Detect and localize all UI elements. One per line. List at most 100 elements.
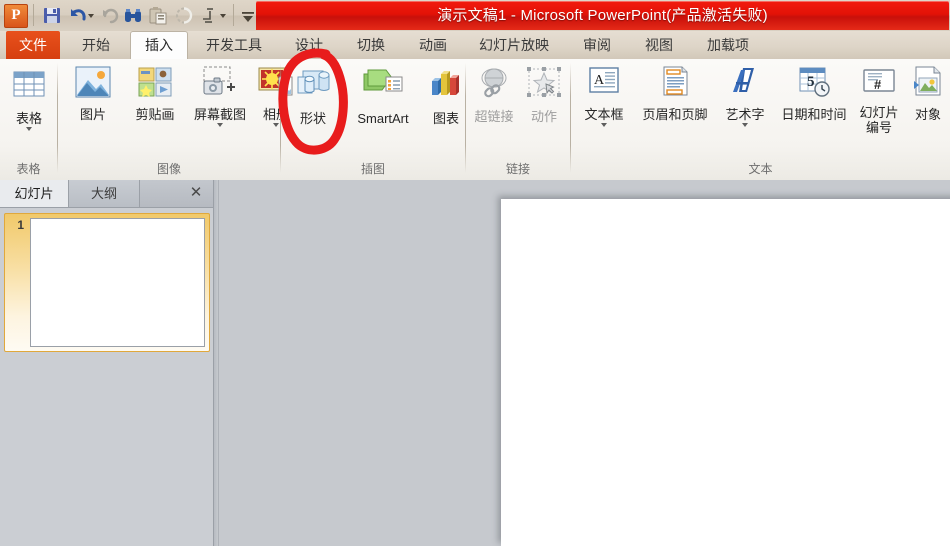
ribbon-group-links-label: 链接 <box>505 162 530 176</box>
insert-table-label: 表格 <box>15 111 42 126</box>
picture-icon <box>74 65 112 104</box>
tab-review[interactable]: 审阅 <box>568 31 626 59</box>
close-icon[interactable]: ✕ <box>187 184 205 202</box>
hyperlink-icon <box>470 65 518 106</box>
table-icon <box>4 65 54 108</box>
svg-text:A: A <box>594 73 605 88</box>
ribbon-group-images-label: 图像 <box>156 162 181 176</box>
insert-picture-label: 图片 <box>79 107 106 122</box>
insert-wordart-button[interactable]: 艺术字 <box>719 65 771 127</box>
insert-slide-number-button[interactable]: # 幻灯片编号 <box>855 65 903 135</box>
insert-header-footer-label: 页眉和页脚 <box>642 107 708 122</box>
insert-object-button[interactable]: 对象 <box>907 65 949 122</box>
panel-tab-slides[interactable]: 幻灯片 <box>0 180 69 207</box>
slide-canvas[interactable] <box>501 199 950 546</box>
panel-tab-outline[interactable]: 大纲 <box>69 180 140 207</box>
insert-chart-button[interactable]: 图表 <box>425 65 467 126</box>
insert-screenshot-button[interactable]: 屏幕截图 <box>188 65 252 127</box>
slide-navigation-panel: 幻灯片 大纲 ✕ 1 <box>0 180 214 546</box>
slide-thumbnail-item[interactable]: 1 <box>4 213 210 352</box>
insert-table-button[interactable]: 表格 <box>4 65 54 131</box>
vertical-edge-strip <box>214 180 219 546</box>
ribbon-group-text: A 文本框 页眉和页脚 艺术字 5 日期和时间 # 幻灯片编号 对象 文本 <box>571 59 950 180</box>
title-bar: P 演示文稿1 - Microsoft PowerPoint(产品激活失败) <box>0 0 950 31</box>
date-time-icon: 5 <box>775 65 853 104</box>
ribbon-group-table: 表格 表格 <box>0 59 57 180</box>
insert-hyperlink-label: 超链接 <box>474 109 514 124</box>
ribbon: 表格 表格 图片 剪贴画 屏幕截图 相册 图像 形状 SmartArt 图表 插… <box>0 59 950 181</box>
slide-number-label: 1 <box>17 218 24 232</box>
textbox-icon: A <box>577 65 631 104</box>
chevron-down-icon[interactable] <box>742 123 748 127</box>
tab-file[interactable]: 文件 <box>6 31 60 59</box>
tab-developer[interactable]: 开发工具 <box>194 31 274 59</box>
find-icon[interactable] <box>123 6 143 25</box>
insert-hyperlink-button: 超链接 <box>470 65 518 124</box>
powerpoint-window: P 演示文稿1 - Microsoft PowerPoint(产品激活失败) 文… <box>0 0 950 546</box>
insert-date-time-label: 日期和时间 <box>781 107 847 122</box>
insert-smartart-label: SmartArt <box>357 111 409 126</box>
insert-smartart-button[interactable]: SmartArt <box>343 65 423 126</box>
insert-screenshot-label: 屏幕截图 <box>193 107 246 122</box>
chart-tool-caret[interactable] <box>220 12 227 19</box>
chevron-down-icon[interactable] <box>26 127 32 131</box>
insert-shapes-button[interactable]: 形状 <box>287 65 339 126</box>
chevron-down-icon[interactable] <box>601 123 607 127</box>
wordart-icon <box>719 65 771 104</box>
svg-text:#: # <box>874 77 882 92</box>
insert-object-label: 对象 <box>914 107 941 122</box>
shapes-icon <box>287 65 339 108</box>
tab-slideshow[interactable]: 幻灯片放映 <box>464 31 564 59</box>
chevron-down-icon[interactable] <box>217 123 223 127</box>
chevron-down-icon[interactable] <box>273 123 279 127</box>
tab-addins[interactable]: 加载项 <box>692 31 764 59</box>
insert-shapes-label: 形状 <box>299 111 326 126</box>
chart-icon <box>425 65 467 108</box>
paste-icon[interactable] <box>148 6 168 25</box>
screenshot-icon <box>188 65 252 104</box>
insert-picture-button[interactable]: 图片 <box>66 65 120 122</box>
clipart-icon <box>124 65 186 104</box>
insert-slide-number-label: 幻灯片编号 <box>859 105 899 135</box>
tab-insert[interactable]: 插入 <box>130 31 188 59</box>
tab-view[interactable]: 视图 <box>630 31 688 59</box>
object-icon <box>907 65 949 104</box>
insert-action-button: 动作 <box>522 65 566 124</box>
slide-number-icon: # <box>855 65 903 102</box>
header-footer-icon <box>633 65 717 104</box>
insert-clipart-label: 剪贴画 <box>135 107 175 122</box>
powerpoint-logo-icon[interactable]: P <box>4 4 28 28</box>
qat-divider <box>33 4 34 26</box>
customize-qat-caret[interactable] <box>238 6 258 25</box>
insert-wordart-label: 艺术字 <box>725 107 765 122</box>
ribbon-group-illustrations-label: 插图 <box>360 162 385 176</box>
insert-header-footer-button[interactable]: 页眉和页脚 <box>633 65 717 122</box>
slide-thumbnail-preview[interactable] <box>30 218 205 347</box>
window-title: 演示文稿1 - Microsoft PowerPoint(产品激活失败) <box>437 7 768 24</box>
tab-animations[interactable]: 动画 <box>404 31 462 59</box>
slide-panel-tabs: 幻灯片 大纲 ✕ <box>0 180 213 208</box>
svg-text:5: 5 <box>807 74 815 90</box>
action-icon <box>522 65 566 106</box>
insert-action-label: 动作 <box>530 109 557 124</box>
insert-date-time-button[interactable]: 5 日期和时间 <box>775 65 853 122</box>
ribbon-tab-strip: 文件 开始 插入 开发工具 设计 切换 动画 幻灯片放映 审阅 视图 加载项 <box>0 31 950 59</box>
insert-clipart-button[interactable]: 剪贴画 <box>124 65 186 122</box>
ribbon-group-text-label: 文本 <box>748 162 773 176</box>
redo-icon <box>100 6 120 25</box>
ribbon-group-illustrations: 形状 SmartArt 图表 插图 <box>281 59 465 180</box>
save-icon[interactable] <box>42 6 62 25</box>
undo-dropdown-caret[interactable] <box>88 12 95 19</box>
tab-design[interactable]: 设计 <box>280 31 338 59</box>
window-title-plate: 演示文稿1 - Microsoft PowerPoint(产品激活失败) <box>256 1 949 30</box>
chart-tool-icon[interactable] <box>200 6 220 25</box>
ribbon-group-table-label: 表格 <box>16 162 41 176</box>
refresh-icon <box>174 6 194 25</box>
undo-icon[interactable] <box>68 6 88 25</box>
qat-divider-2 <box>233 4 234 26</box>
insert-textbox-button[interactable]: A 文本框 <box>577 65 631 127</box>
insert-textbox-label: 文本框 <box>584 107 624 122</box>
tab-home[interactable]: 开始 <box>66 31 126 59</box>
insert-chart-label: 图表 <box>432 111 459 126</box>
tab-transitions[interactable]: 切换 <box>342 31 400 59</box>
